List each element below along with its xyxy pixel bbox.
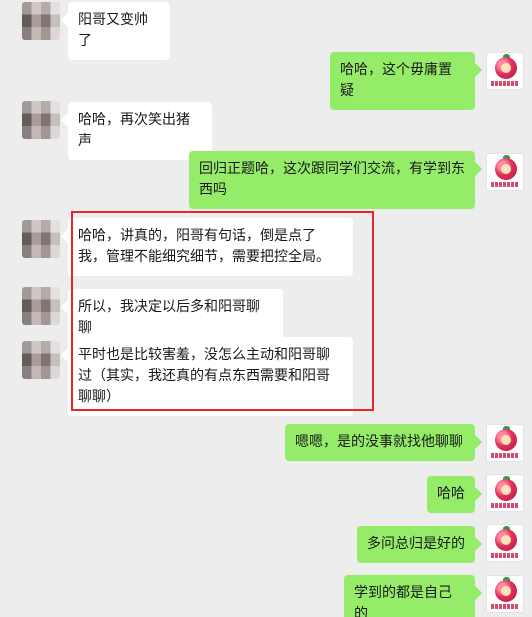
contact-avatar[interactable] bbox=[22, 287, 60, 325]
message-text: 多问总归是好的 bbox=[367, 536, 465, 552]
message-bubble-outgoing[interactable]: 哈哈，这个毋庸置疑 bbox=[330, 52, 475, 110]
face-icon bbox=[501, 63, 511, 73]
brand-tag-icon bbox=[491, 453, 519, 458]
message-text: 学到的都是自己的 bbox=[354, 585, 452, 617]
message-bubble-outgoing[interactable]: 嗯嗯，是的没事就找他聊聊 bbox=[285, 424, 475, 461]
self-avatar[interactable] bbox=[486, 424, 524, 462]
self-avatar[interactable] bbox=[486, 153, 524, 191]
message-text: 哈哈，再次笑出猪声 bbox=[78, 112, 190, 149]
message-bubble-incoming[interactable]: 阳哥又变帅了 bbox=[68, 2, 170, 60]
message-text: 所以，我决定以后多和阳哥聊聊 bbox=[78, 299, 260, 336]
face-icon bbox=[501, 485, 511, 495]
message-text: 哈哈，讲真的，阳哥有句话，倒是点了我，管理不能细究细节，需要把控全局。 bbox=[78, 228, 330, 265]
message-text: 平时也是比较害羞，没怎么主动和阳哥聊过（其实，我还真的有点东西需要和阳哥聊聊） bbox=[78, 347, 330, 405]
contact-avatar[interactable] bbox=[22, 341, 60, 379]
message-bubble-outgoing[interactable]: 多问总归是好的 bbox=[357, 526, 475, 563]
message-bubble-outgoing[interactable]: 哈哈 bbox=[427, 476, 475, 513]
message-text: 回归正题哈，这次跟同学们交流，有学到东西吗 bbox=[199, 161, 465, 198]
brand-tag-icon bbox=[491, 604, 519, 609]
message-bubble-incoming[interactable]: 哈哈，讲真的，阳哥有句话，倒是点了我，管理不能细究细节，需要把控全局。 bbox=[68, 218, 353, 276]
brand-tag-icon bbox=[491, 81, 519, 86]
message-bubble-outgoing[interactable]: 回归正题哈，这次跟同学们交流，有学到东西吗 bbox=[189, 151, 475, 209]
message-text: 哈哈 bbox=[437, 486, 465, 502]
message-text: 哈哈，这个毋庸置疑 bbox=[340, 62, 452, 99]
message-text: 嗯嗯，是的没事就找他聊聊 bbox=[295, 434, 463, 450]
message-text: 阳哥又变帅了 bbox=[78, 12, 148, 49]
contact-avatar[interactable] bbox=[22, 220, 60, 258]
brand-tag-icon bbox=[491, 182, 519, 187]
face-icon bbox=[501, 435, 511, 445]
face-icon bbox=[501, 164, 511, 174]
self-avatar[interactable] bbox=[486, 524, 524, 562]
face-icon bbox=[501, 586, 511, 596]
message-bubble-incoming[interactable]: 平时也是比较害羞，没怎么主动和阳哥聊过（其实，我还真的有点东西需要和阳哥聊聊） bbox=[68, 337, 353, 416]
contact-avatar[interactable] bbox=[22, 2, 60, 40]
brand-tag-icon bbox=[491, 553, 519, 558]
message-bubble-outgoing[interactable]: 学到的都是自己的 bbox=[344, 575, 475, 617]
self-avatar[interactable] bbox=[486, 575, 524, 613]
self-avatar[interactable] bbox=[486, 52, 524, 90]
chat-area: 阳哥又变帅了 哈哈，这个毋庸置疑 哈哈，再次笑出猪声 回归正题哈，这次跟同学们交… bbox=[0, 0, 532, 617]
brand-tag-icon bbox=[491, 503, 519, 508]
contact-avatar[interactable] bbox=[22, 101, 60, 139]
self-avatar[interactable] bbox=[486, 474, 524, 512]
face-icon bbox=[501, 535, 511, 545]
